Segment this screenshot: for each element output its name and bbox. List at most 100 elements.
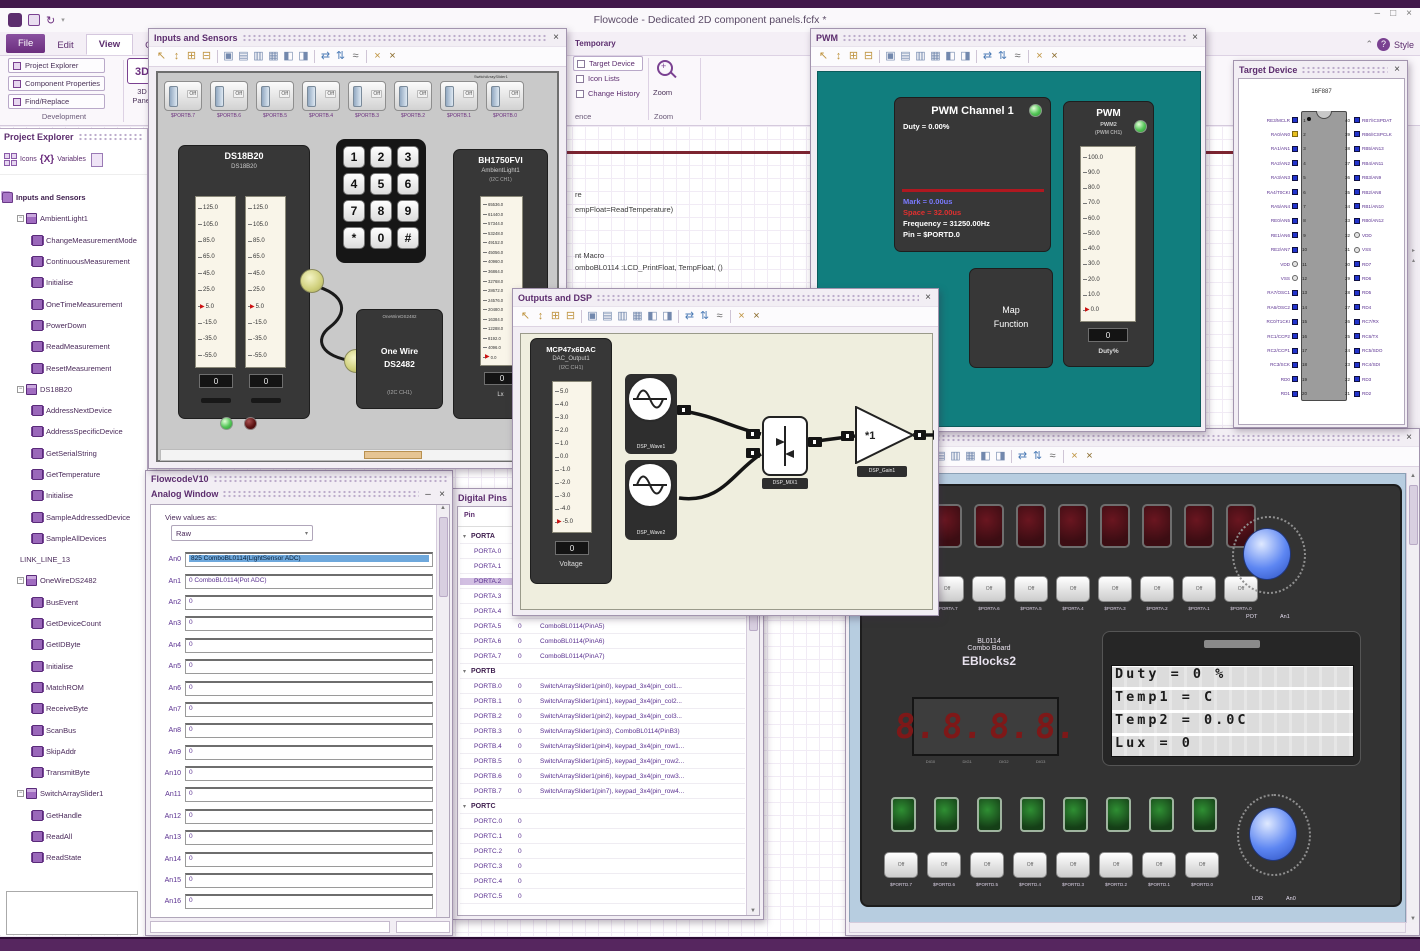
expand-toggle-icon[interactable]: − <box>17 790 24 798</box>
tree-item[interactable]: ReadAll <box>0 826 146 847</box>
pin-row[interactable]: PORTB.2 0 SwitchArraySlider1(pin2), keypad… <box>460 709 745 724</box>
tree-item[interactable]: AddressSpecificDevice <box>0 421 146 442</box>
board-switch[interactable]: Off <box>1056 852 1090 878</box>
keypad-key-8[interactable]: 8 <box>370 200 392 222</box>
dsp-wave2-block[interactable]: DSP_Wave2 <box>625 460 677 540</box>
tree-item[interactable]: ReadState <box>0 847 146 868</box>
pin-row[interactable]: PORTC.5 0 <box>460 889 745 904</box>
select-icon[interactable]: ↖ <box>518 311 533 322</box>
tree-item[interactable]: MatchROM <box>0 677 146 698</box>
ungroup-icon[interactable]: ▦ <box>963 451 978 462</box>
wave-icon[interactable]: ≈ <box>712 311 727 322</box>
pwm-slider-block[interactable]: PWM PWM2 (PWM CH1) 100.0 90.0 80.0 70.0 60.0… <box>1063 101 1154 367</box>
tree-item[interactable]: TransmitByte <box>0 762 146 783</box>
map-function-block[interactable]: Map Function <box>969 268 1053 368</box>
restore-button[interactable]: □ <box>1390 8 1396 19</box>
ungroup-icon[interactable]: ▦ <box>266 51 281 62</box>
pin-row[interactable]: PORTB.6 0 SwitchArraySlider1(pin6), keypad… <box>460 769 745 784</box>
copy-icon[interactable]: ⊞ <box>548 311 563 322</box>
group-icon[interactable]: ▥ <box>913 51 928 62</box>
copy-icon[interactable]: ⊞ <box>184 51 199 62</box>
rotate-icon[interactable]: ◧ <box>281 51 296 62</box>
rotate-icon[interactable]: ◧ <box>645 311 660 322</box>
analog-value-input[interactable]: 825 ComboBL0114(LightSensor ADC) <box>185 552 433 568</box>
multi-select-icon[interactable]: ↕ <box>533 311 548 322</box>
swap-icon[interactable]: ⇄ <box>1015 451 1030 462</box>
zoom-button-label[interactable]: Zoom <box>653 88 672 97</box>
paste-icon[interactable]: ⊟ <box>861 51 876 62</box>
tree-item[interactable]: − SwitchArraySlider1 <box>0 783 146 804</box>
delete-icon[interactable]: × <box>1067 451 1082 462</box>
temperature-value-1[interactable]: 0 <box>199 374 233 388</box>
mirror-icon[interactable]: ◨ <box>660 311 675 322</box>
mirror-icon[interactable]: ◨ <box>993 451 1008 462</box>
board-switch[interactable]: Off <box>1185 852 1219 878</box>
pin-row[interactable]: PORTC.0 0 <box>460 814 745 829</box>
keypad-key-6[interactable]: 6 <box>397 173 419 195</box>
pwm-value-box[interactable]: 0 <box>1088 328 1128 342</box>
analog-value-input[interactable]: 0 <box>185 637 433 653</box>
expand-toggle-icon[interactable]: − <box>17 215 24 223</box>
keypad-key-5[interactable]: 5 <box>370 173 392 195</box>
dsp-mix-block[interactable] <box>762 416 808 476</box>
view-values-dropdown[interactable]: Raw ▾ <box>171 525 313 541</box>
style-button[interactable]: Style <box>1394 40 1414 50</box>
tree-item[interactable]: ChangeMeasurementMode <box>0 230 146 251</box>
analog-value-input[interactable]: 0 <box>185 701 433 717</box>
pin-row[interactable]: PORTB.3 0 SwitchArraySlider1(pin3), ComboB… <box>460 724 745 739</box>
zoom-icon[interactable] <box>657 60 673 76</box>
window-drag-dots[interactable] <box>1301 65 1388 74</box>
voltage-scale[interactable]: 5.0 4.0 3.0 2.0 1.0 0.0 -1.0 -2.0 -3.0 -4.0 ▶ -5.0 <box>552 381 592 533</box>
board-switch[interactable]: Off <box>1013 852 1047 878</box>
select-icon[interactable]: ↖ <box>154 51 169 62</box>
project-explorer-button[interactable]: Project Explorer <box>8 58 106 73</box>
pin-group-row[interactable]: ▾ PORTC <box>460 799 745 814</box>
tree-item[interactable]: ReceiveByte <box>0 698 146 719</box>
minimize-icon[interactable]: – <box>423 489 433 500</box>
dsp-panel-canvas[interactable]: MCP47x6DAC DAC_Output1 (I2C CH1) 5.0 4.0 3… <box>520 333 934 610</box>
board-switch[interactable]: Off <box>1142 852 1176 878</box>
minimize-button[interactable]: – <box>1375 8 1381 19</box>
close-icon[interactable]: × <box>1392 64 1402 75</box>
send-back-icon[interactable]: ▤ <box>898 51 913 62</box>
close-icon[interactable]: × <box>437 489 447 500</box>
port-switch[interactable]: Off <box>302 81 340 111</box>
tab-edit[interactable]: Edit <box>45 36 85 55</box>
variables-label[interactable]: Variables <box>57 156 86 163</box>
analog-value-input[interactable]: 0 <box>185 808 433 824</box>
dsp-wave1-block[interactable]: DSP_Wave1 <box>625 374 677 454</box>
close-button[interactable]: × <box>1406 8 1412 19</box>
port-switch[interactable]: Off <box>210 81 248 111</box>
inputs-horizontal-scrollbar[interactable] <box>160 449 557 461</box>
window-drag-dots[interactable] <box>222 490 419 498</box>
tree-item[interactable]: − DS18B20 <box>0 379 146 400</box>
pin-row[interactable]: PORTB.4 0 SwitchArraySlider1(pin4), keypad… <box>460 739 745 754</box>
pin-row[interactable]: PORTC.4 0 <box>460 874 745 889</box>
wire-node[interactable] <box>300 269 324 293</box>
analog-value-input[interactable]: 0 <box>185 766 433 782</box>
pin-column-header[interactable]: Pin <box>464 512 475 519</box>
tree-item[interactable]: ResetMeasurement <box>0 357 146 378</box>
temporary-header[interactable]: Temporary <box>575 39 616 48</box>
port-switch[interactable]: Off <box>486 81 524 111</box>
tree-item[interactable]: PowerDown <box>0 315 146 336</box>
port-switch[interactable]: Off <box>164 81 202 111</box>
mirror-icon[interactable]: ◨ <box>296 51 311 62</box>
pwm-channel1-block[interactable]: PWM Channel 1 Duty = 0.00% Mark = 0.00us… <box>894 97 1051 252</box>
pin-group-row[interactable]: ▾ PORTB <box>460 664 745 679</box>
delete-all-icon[interactable]: × <box>749 311 764 322</box>
keypad-key-4[interactable]: 4 <box>343 173 365 195</box>
inputs-panel-canvas[interactable]: SwitchArraySlider1 Off $PORTB.7 Off $PORTB.… <box>156 71 559 462</box>
window-drag-dots[interactable] <box>842 33 1186 42</box>
delete-icon[interactable]: × <box>1032 51 1047 62</box>
analog-value-input[interactable]: 0 <box>185 851 433 867</box>
keypad-key-2[interactable]: 2 <box>370 146 392 168</box>
temperature-scale-2[interactable]: 125.0 105.0 85.0 65.0 45.0 25.0 ▶ 5.0 -15.0 -35.0… <box>245 196 286 368</box>
tree-item[interactable]: BusEvent <box>0 592 146 613</box>
keypad-key-1[interactable]: 1 <box>343 146 365 168</box>
tree-item[interactable]: Initialise <box>0 272 146 293</box>
expand-toggle-icon[interactable]: − <box>17 385 24 393</box>
arrange-icon[interactable]: ⇅ <box>1030 451 1045 462</box>
analog-value-input[interactable]: 0 <box>185 873 433 889</box>
onewire-ds2482-block[interactable]: OneWireDS2482 One Wire DS2482 (I2C CH1) <box>356 309 443 409</box>
